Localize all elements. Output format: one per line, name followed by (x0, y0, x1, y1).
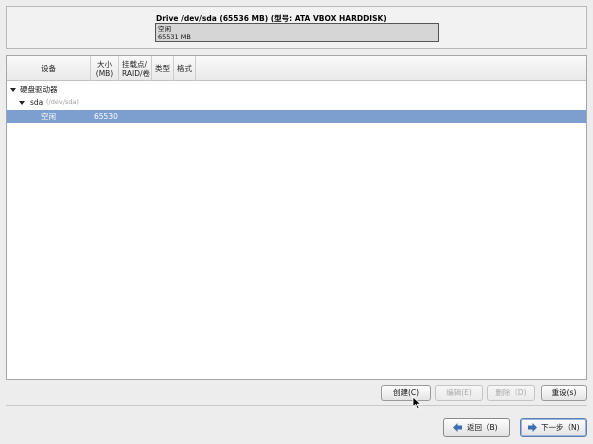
column-size-label-2: (MB) (95, 68, 114, 78)
reset-button[interactable]: 重设(s) (541, 385, 587, 401)
disk-path: (/dev/sda) (46, 98, 79, 106)
back-button[interactable]: 返回（B) (443, 418, 510, 437)
tree-row-hard-drives[interactable]: 硬盘驱动器 (7, 83, 586, 96)
drive-panel: Drive /dev/sda (65536 MB) (型号: ATA VBOX … (6, 6, 587, 49)
tree-row-disk-sda[interactable]: sda (/dev/sda) (7, 96, 586, 109)
column-size[interactable]: 大小 (MB) (91, 56, 119, 81)
back-button-label: 返回（B) (467, 423, 498, 432)
column-mount-point[interactable]: 挂载点/ RAID/卷 (119, 56, 152, 81)
column-mount-label-2: RAID/卷 (122, 68, 151, 78)
column-device-label: 设备 (41, 64, 56, 73)
arrow-right-icon (528, 423, 537, 432)
arrow-left-icon (453, 423, 462, 432)
column-mount-label-1: 挂载点/ (122, 59, 148, 69)
free-space-size: 65530 (94, 112, 118, 121)
free-space-label: 空闲 (41, 112, 56, 121)
column-format[interactable]: 格式 (174, 56, 196, 81)
create-button[interactable]: 创建(C) (381, 385, 431, 401)
drive-free-space-bar[interactable]: 空闲 65531 MB (155, 23, 439, 42)
tree-header: 设备 大小 (MB) 挂载点/ RAID/卷 类型 格式 (7, 56, 586, 81)
footer-divider (6, 405, 587, 406)
edit-button[interactable]: 编辑(E) (435, 385, 483, 401)
column-format-label: 格式 (177, 64, 192, 73)
tree-group-label: 硬盘驱动器 (20, 85, 58, 94)
next-button[interactable]: 下一步（N) (520, 418, 587, 437)
drive-bar-size: 65531 MB (158, 33, 191, 41)
partition-tree[interactable]: 设备 大小 (MB) 挂载点/ RAID/卷 类型 格式 硬盘驱动器 sda (… (6, 55, 587, 380)
column-size-label-1: 大小 (97, 59, 112, 69)
expand-triangle-icon[interactable] (10, 88, 16, 92)
column-type-label: 类型 (155, 64, 170, 73)
drive-bar-label: 空闲 (158, 25, 171, 33)
disk-name: sda (30, 98, 44, 107)
column-device[interactable]: 设备 (7, 56, 91, 81)
tree-row-free-space[interactable]: 空闲 65530 (7, 110, 586, 123)
mouse-pointer-icon (412, 396, 422, 410)
next-button-label: 下一步（N) (541, 423, 580, 432)
column-type[interactable]: 类型 (152, 56, 174, 81)
expand-triangle-icon[interactable] (19, 101, 25, 105)
delete-button[interactable]: 删除（D) (487, 385, 535, 401)
